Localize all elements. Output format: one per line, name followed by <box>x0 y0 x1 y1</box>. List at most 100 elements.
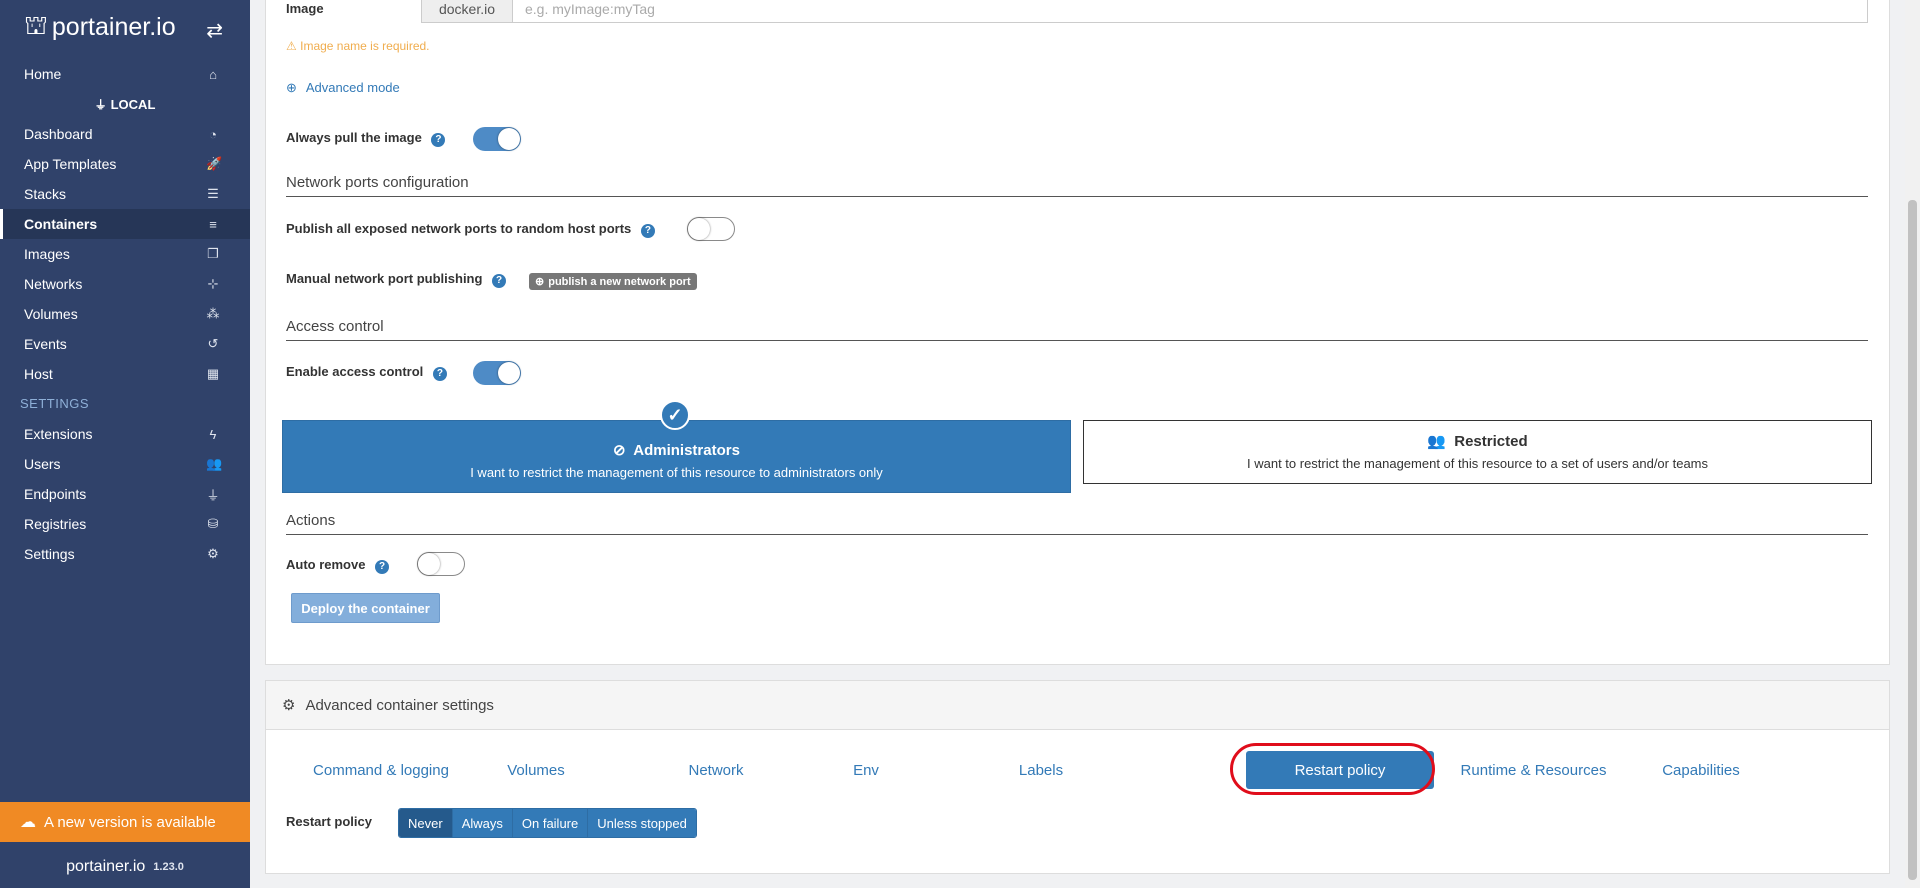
tab-command-logging[interactable]: Command & logging <box>306 751 456 789</box>
check-icon: ✓ <box>660 400 690 430</box>
question-circle-icon[interactable]: ? <box>492 274 507 288</box>
question-circle-icon[interactable]: ? <box>432 367 447 381</box>
portainer-logo[interactable]: ⛫ portainer.io <box>24 10 176 45</box>
advanced-settings-title: Advanced container settings <box>305 696 494 714</box>
globe-icon: ⊕ <box>286 80 297 95</box>
publish-all-label: Publish all exposed network ports to ran… <box>286 221 655 238</box>
plus-circle-icon: ⊕ <box>535 276 545 288</box>
rocket-icon: 🚀 <box>206 156 223 171</box>
toggle-knob <box>688 218 710 240</box>
question-circle-icon[interactable]: ? <box>640 224 655 238</box>
footer-brand: portainer.io <box>66 858 146 875</box>
sidebar-item-label: Images <box>24 246 70 262</box>
create-container-form: Image docker.io ⚠ Image name is required… <box>265 0 1890 665</box>
admin-title: ⊘ Administrators <box>283 441 1070 459</box>
swap-endpoint-icon[interactable]: ⇄ <box>206 18 223 43</box>
sidebar-item-label: Containers <box>24 216 98 232</box>
sidebar-item-label: Host <box>24 366 53 382</box>
enable-access-label: Enable access control ? <box>286 364 447 381</box>
server-icon: ≡ <box>209 216 217 232</box>
th-icon: ▦ <box>206 366 220 381</box>
publish-all-text: Publish all exposed network ports to ran… <box>286 221 632 236</box>
admin-title-text: Administrators <box>633 442 740 459</box>
sidebar-item-label: Dashboard <box>24 126 93 142</box>
sidebar-item-networks[interactable]: Networks ⊹ <box>0 269 250 299</box>
sidebar-item-stacks[interactable]: Stacks ☰ <box>0 179 250 209</box>
sidebar-footer: portainer.io 1.23.0 <box>0 852 250 882</box>
manual-port-label: Manual network port publishing ? <box>286 271 507 288</box>
sidebar-item-users[interactable]: Users 👥 <box>0 449 250 479</box>
auto-remove-toggle[interactable] <box>417 552 465 576</box>
sidebar-item-host[interactable]: Host ▦ <box>0 359 250 389</box>
registry-addon: docker.io <box>422 0 513 22</box>
access-restricted-option[interactable]: 👥 Restricted I want to restrict the mana… <box>1083 420 1872 484</box>
publish-port-text: publish a new network port <box>548 275 691 288</box>
enable-access-toggle[interactable] <box>473 361 521 385</box>
restart-option-never[interactable]: Never <box>399 809 453 837</box>
sidebar-item-label: Events <box>24 336 67 352</box>
plug-icon: ⏚ <box>206 487 220 503</box>
publish-all-toggle[interactable] <box>687 217 735 241</box>
sidebar-item-containers[interactable]: Containers ≡ <box>0 209 250 239</box>
sidebar-item-endpoints[interactable]: Endpoints ⏚ <box>0 479 250 509</box>
question-circle-icon[interactable]: ? <box>431 133 446 147</box>
sidebar-item-label: Stacks <box>24 186 67 202</box>
tab-volumes[interactable]: Volumes <box>486 751 586 789</box>
always-pull-text: Always pull the image <box>286 130 422 145</box>
question-circle-icon[interactable]: ? <box>375 560 390 574</box>
update-banner[interactable]: ☁ A new version is available <box>0 802 250 842</box>
clone-icon: ❐ <box>207 246 219 261</box>
restart-option-unless-stopped[interactable]: Unless stopped <box>588 809 696 837</box>
access-administrators-option[interactable]: ⊘ Administrators I want to restrict the … <box>282 420 1071 493</box>
restricted-title: 👥 Restricted <box>1084 432 1871 450</box>
tab-runtime-resources[interactable]: Runtime & Resources <box>1441 751 1626 789</box>
advanced-settings-header: ⚙ Advanced container settings <box>266 681 1889 730</box>
tab-capabilities[interactable]: Capabilities <box>1646 751 1756 789</box>
sidebar-item-events[interactable]: Events ↺ <box>0 329 250 359</box>
advanced-settings-panel: ⚙ Advanced container settings Command & … <box>265 680 1890 874</box>
image-input[interactable] <box>513 0 1867 22</box>
sitemap-icon: ⊹ <box>207 276 219 291</box>
scrollbar-thumb[interactable] <box>1908 200 1917 880</box>
restart-policy-group: Never Always On failure Unless stopped <box>398 808 697 838</box>
deploy-container-button[interactable]: Deploy the container <box>291 593 440 623</box>
cogs-icon: ⚙ <box>207 546 219 561</box>
advanced-mode-link[interactable]: ⊕ Advanced mode <box>286 80 400 96</box>
sidebar: ⛫ portainer.io ⇄ Home ⌂ ⏚ LOCAL Dashboar… <box>0 0 250 888</box>
sidebar-item-images[interactable]: Images ❐ <box>0 239 250 269</box>
sidebar-item-dashboard[interactable]: Dashboard ◔ <box>0 119 250 149</box>
restricted-title-text: Restricted <box>1454 433 1528 450</box>
tab-restart-policy[interactable]: Restart policy <box>1246 751 1434 789</box>
sidebar-header: ⛫ portainer.io ⇄ <box>0 0 250 56</box>
always-pull-toggle[interactable] <box>473 127 521 151</box>
endpoint-header: ⏚ LOCAL <box>0 92 250 116</box>
endpoint-name: LOCAL <box>110 96 156 112</box>
sidebar-item-settings[interactable]: Settings ⚙ <box>0 539 250 569</box>
image-input-group: docker.io <box>421 0 1868 23</box>
publish-port-button[interactable]: ⊕ publish a new network port <box>529 273 697 290</box>
sidebar-item-volumes[interactable]: Volumes ⁂ <box>0 299 250 329</box>
restart-option-always[interactable]: Always <box>452 809 513 837</box>
manual-port-text: Manual network port publishing <box>286 271 483 286</box>
tab-env[interactable]: Env <box>836 751 896 789</box>
dashboard-icon: ◔ <box>209 126 217 142</box>
sidebar-item-label: Extensions <box>24 426 93 442</box>
warning-icon: ⚠ <box>286 39 297 53</box>
settings-section-title: SETTINGS <box>20 396 90 411</box>
image-label: Image <box>286 1 324 16</box>
advanced-mode-text: Advanced mode <box>305 80 400 95</box>
sidebar-item-extensions[interactable]: Extensions ϟ <box>0 419 250 449</box>
crane-icon: ⛫ <box>24 10 48 40</box>
sidebar-item-home[interactable]: Home ⌂ <box>0 59 250 89</box>
toggle-knob <box>498 362 520 384</box>
auto-remove-text: Auto remove <box>286 557 366 572</box>
database-icon: ⛁ <box>207 516 219 531</box>
sidebar-item-app-templates[interactable]: App Templates 🚀 <box>0 149 250 179</box>
sidebar-item-label: Networks <box>24 276 83 292</box>
sidebar-item-label: Home <box>24 66 62 82</box>
sidebar-item-label: Endpoints <box>24 486 87 502</box>
tab-network[interactable]: Network <box>666 751 766 789</box>
restart-option-on-failure[interactable]: On failure <box>512 809 589 837</box>
sidebar-item-registries[interactable]: Registries ⛁ <box>0 509 250 539</box>
tab-labels[interactable]: Labels <box>1006 751 1076 789</box>
